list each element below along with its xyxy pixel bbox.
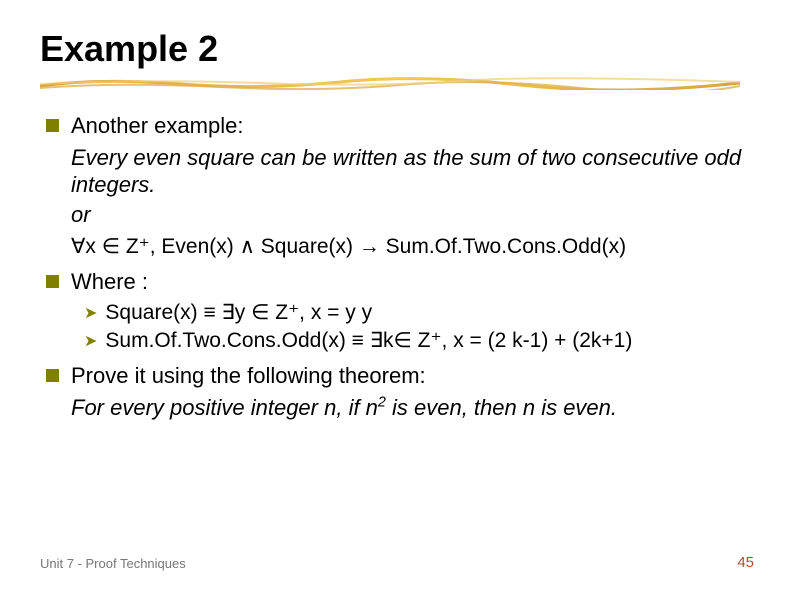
slide: Example 2 Another example: Every even sq… — [0, 0, 794, 421]
bullet-2: Where : — [46, 268, 754, 296]
bullet-1-text: Another example: — [71, 112, 754, 140]
bullet-2-sub1: ➤ Square(x) ≡ ∃y ∈ Z⁺, x = y y — [84, 300, 754, 326]
bullet-3-line1: For every positive integer n, if n2 is e… — [71, 394, 754, 422]
bullet-3-line1-sup: 2 — [378, 394, 386, 410]
triangle-bullet-icon: ➤ — [84, 332, 97, 352]
square-bullet-icon — [46, 369, 59, 382]
bullet-1: Another example: — [46, 112, 754, 140]
footer-page-number: 45 — [737, 554, 754, 571]
bullet-2-sub2-text: Sum.Of.Two.Cons.Odd(x) ≡ ∃k∈ Z⁺, x = (2 … — [105, 328, 632, 354]
bullet-2-sub1-text: Square(x) ≡ ∃y ∈ Z⁺, x = y y — [105, 300, 372, 326]
bullet-1-line2: or — [71, 201, 754, 229]
bullet-3-line1-a: For every positive integer n, if n — [71, 395, 378, 420]
bullet-3: Prove it using the following theorem: — [46, 362, 754, 390]
bullet-3-line1-b: is even, then n is even. — [386, 395, 617, 420]
bullet-1-line1: Every even square can be written as the … — [71, 144, 754, 199]
footer-left: Unit 7 - Proof Techniques — [40, 556, 186, 571]
square-bullet-icon — [46, 275, 59, 288]
title-underline — [40, 76, 740, 90]
triangle-bullet-icon: ➤ — [84, 304, 97, 324]
bullet-1-formula: ∀x ∈ Z⁺, Even(x) ∧ Square(x) → Sum.Of.Tw… — [71, 234, 754, 260]
bullet-2-sub2: ➤ Sum.Of.Two.Cons.Odd(x) ≡ ∃k∈ Z⁺, x = (… — [84, 328, 754, 354]
bullet-2-text: Where : — [71, 268, 754, 296]
square-bullet-icon — [46, 119, 59, 132]
slide-content: Another example: Every even square can b… — [40, 112, 754, 421]
slide-title: Example 2 — [40, 28, 754, 70]
bullet-3-text: Prove it using the following theorem: — [71, 362, 754, 390]
